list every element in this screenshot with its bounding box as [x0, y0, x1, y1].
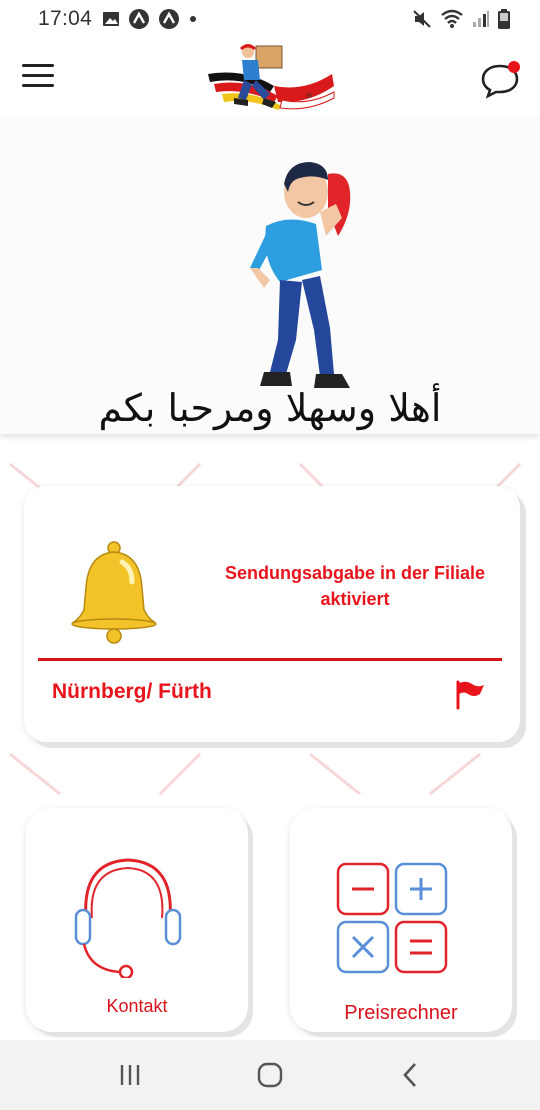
battery-icon: [498, 9, 510, 29]
more-notifications-dot-icon: [190, 16, 197, 22]
price-calculator-tile[interactable]: Preisrechner: [290, 808, 512, 1032]
back-button[interactable]: [380, 1050, 440, 1100]
status-system-icons: [412, 9, 510, 29]
contact-label: Kontakt: [106, 996, 168, 1016]
status-notification-icons: [102, 8, 198, 30]
delivery-courier-logo: ✉: [208, 44, 335, 110]
app-notification-icon: [129, 9, 150, 29]
recent-apps-icon: [120, 1065, 140, 1085]
welcome-greeting: أهلا وسهلا ومرحبا بكم: [98, 386, 442, 430]
wifi-icon: [441, 9, 463, 28]
branch-status-card: Sendungsabgabe in der Filiale aktiviert …: [24, 486, 520, 742]
gallery-icon: [103, 12, 120, 26]
location-label: Nürnberg/ Fürth: [52, 680, 212, 703]
svg-text:✉: ✉: [306, 92, 312, 100]
recent-apps-button[interactable]: [100, 1050, 160, 1100]
location-selector[interactable]: Nürnberg/ Fürth: [24, 662, 520, 726]
home-icon: [257, 1062, 283, 1088]
status-time: 17:04: [38, 7, 93, 30]
branch-status-message: Sendungsabgabe in der Filiale aktiviert: [224, 563, 486, 609]
menu-button[interactable]: [22, 64, 60, 94]
app-notification-icon-2: [159, 9, 180, 29]
mute-icon: [413, 10, 431, 28]
bell-icon: [71, 541, 157, 644]
chat-button[interactable]: [478, 58, 522, 100]
status-bar: 17:04: [0, 0, 540, 38]
welcome-banner: أهلا وسهلا ومرحبا بكم: [0, 118, 540, 434]
hamburger-line: [22, 74, 54, 77]
card-divider: [38, 658, 502, 661]
app-header: ✉: [0, 38, 540, 118]
app-screen: 17:04 ✉ أهلا وسهلا ومرحبا بكم Sendungsab…: [0, 0, 540, 1110]
contact-tile[interactable]: Kontakt: [26, 808, 248, 1032]
calculator-icon: [336, 862, 448, 974]
hamburger-line: [22, 84, 54, 87]
home-button[interactable]: [240, 1050, 300, 1100]
hamburger-menu-icon: [22, 64, 54, 67]
android-navigation-bar: [0, 1040, 540, 1110]
courier-illustration: [250, 162, 351, 388]
signal-icon: [473, 11, 489, 27]
price-calculator-label: Preisrechner: [344, 1002, 458, 1024]
flag-icon: [456, 680, 484, 710]
unread-dot: [508, 61, 520, 73]
headset-icon: [74, 858, 182, 978]
chat-bubble-icon: [481, 61, 520, 99]
back-icon: [403, 1063, 416, 1087]
